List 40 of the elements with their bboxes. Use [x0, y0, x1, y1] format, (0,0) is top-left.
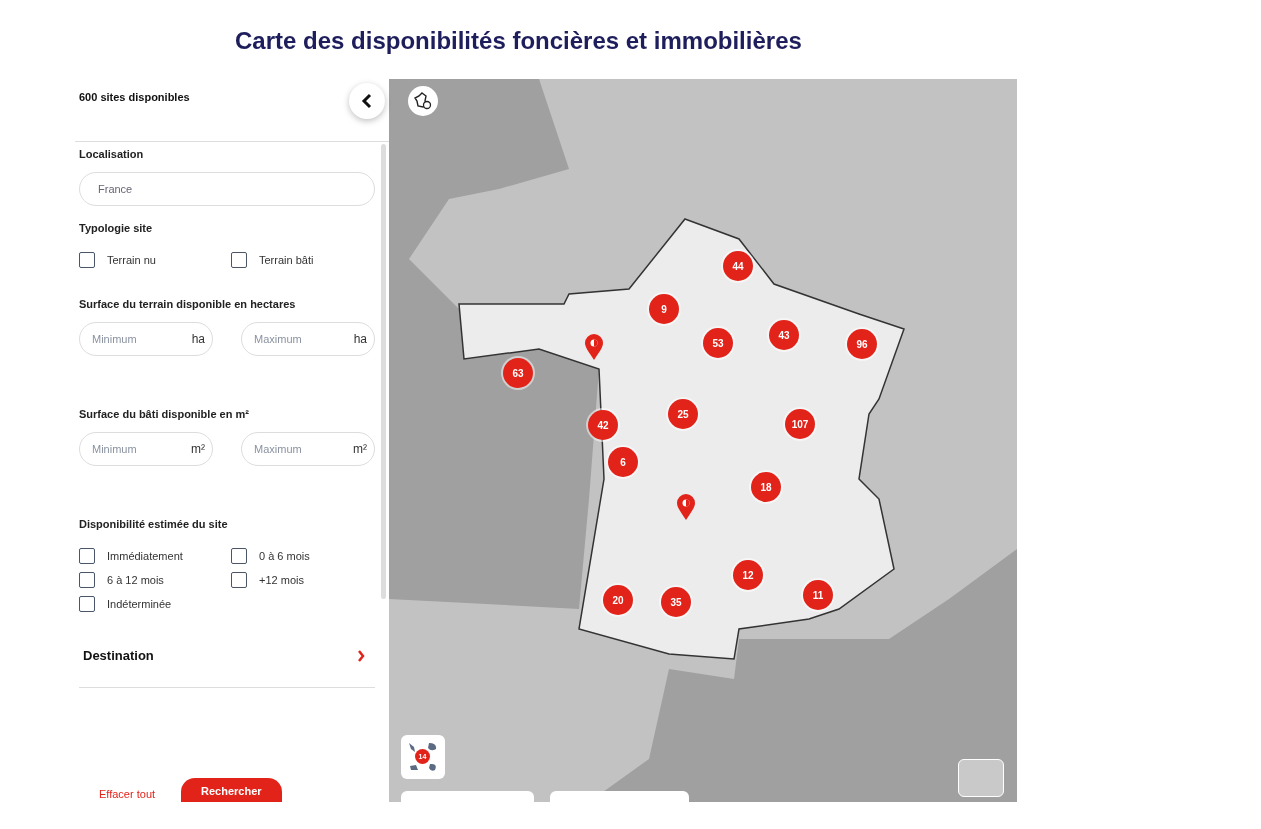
- search-button[interactable]: Rechercher: [181, 778, 282, 802]
- page-title: Carte des disponibilités foncières et immobilières: [234, 26, 803, 56]
- results-count: 600 sites disponibles: [79, 91, 190, 103]
- chevron-right-icon: [357, 649, 365, 662]
- checkbox-label: +12 mois: [259, 574, 304, 586]
- section-label: Surface du bâti disponible en m²: [79, 408, 250, 420]
- unit-label: m²: [191, 442, 205, 456]
- map-pin-icon[interactable]: [676, 493, 696, 521]
- destination-expander[interactable]: Destination: [79, 648, 375, 688]
- checkbox-label: 0 à 6 mois: [259, 550, 310, 562]
- checkbox[interactable]: [231, 252, 247, 268]
- checkbox-label: Terrain nu: [107, 254, 156, 266]
- unit-label: m²: [353, 442, 367, 456]
- france-pin-icon: [414, 92, 432, 110]
- unit-label: ha: [353, 332, 367, 346]
- checkbox-label: Immédiatement: [107, 550, 183, 562]
- map-pin-icon[interactable]: [584, 333, 604, 361]
- checkbox-label: Indéterminée: [107, 598, 172, 610]
- layer-thumbnail-button[interactable]: [958, 759, 1004, 797]
- cluster-marker[interactable]: 63: [503, 358, 533, 388]
- checkbox[interactable]: [231, 572, 247, 588]
- unit-label: ha: [191, 332, 205, 346]
- section-label: Disponibilité estimée du site: [79, 518, 229, 530]
- clear-all-link[interactable]: Effacer tout: [99, 788, 156, 802]
- section-label: Typologie site: [79, 222, 154, 234]
- collapse-button[interactable]: [349, 83, 385, 119]
- checkbox[interactable]: [79, 548, 95, 564]
- cluster-marker[interactable]: 42: [588, 410, 618, 440]
- checkbox-label: 6 à 12 mois: [107, 574, 164, 586]
- section-label: Surface du terrain disponible en hectares: [79, 298, 297, 310]
- checkbox-label: Terrain bâti: [259, 254, 314, 266]
- section-label: Localisation: [79, 148, 145, 160]
- checkbox[interactable]: [79, 572, 95, 588]
- checkbox[interactable]: [79, 252, 95, 268]
- checkbox[interactable]: [79, 596, 95, 612]
- location-field[interactable]: France: [79, 172, 375, 206]
- scrollbar[interactable]: [381, 144, 386, 599]
- france-location-button[interactable]: [408, 86, 438, 116]
- checkbox[interactable]: [231, 548, 247, 564]
- chevron-left-icon: [361, 93, 373, 109]
